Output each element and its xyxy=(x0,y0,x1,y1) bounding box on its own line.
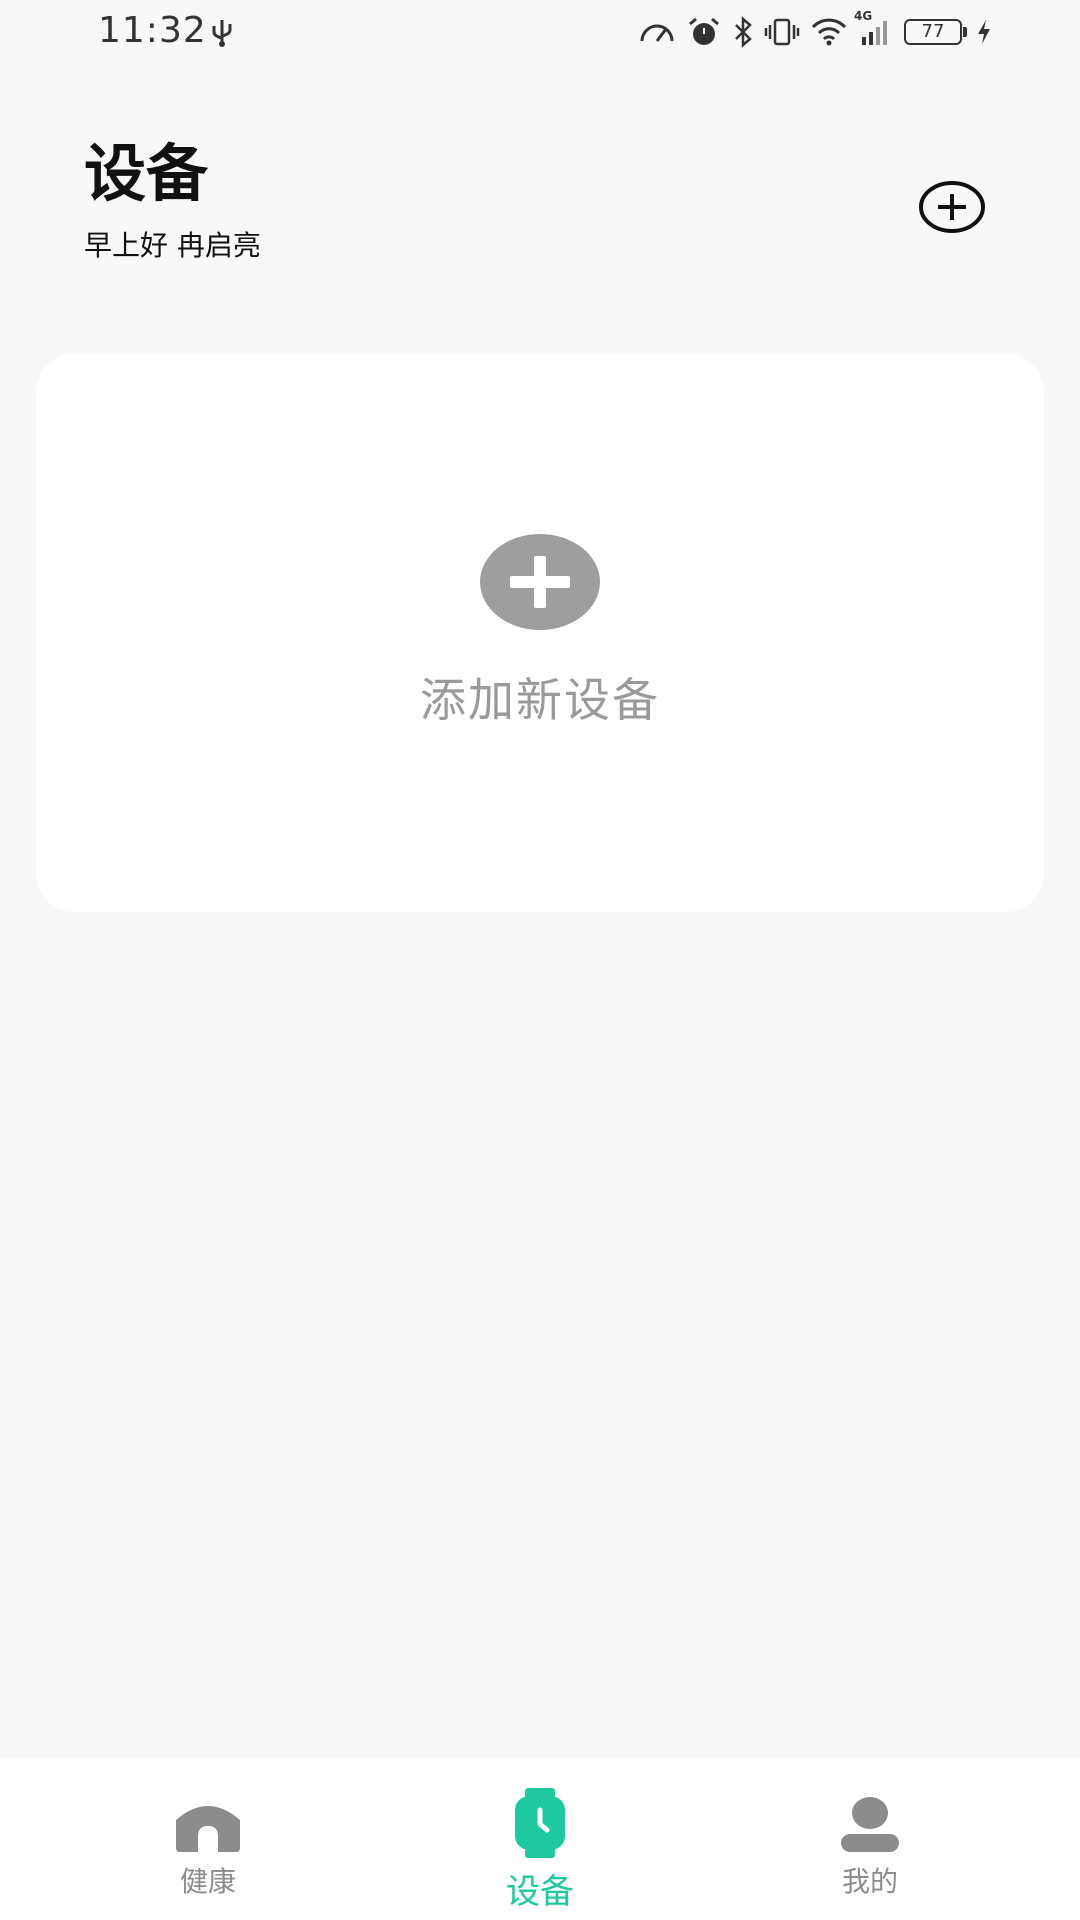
page-title: 设备 xyxy=(84,137,209,210)
add-circle-icon xyxy=(919,181,985,233)
charging-icon xyxy=(976,18,992,46)
home-icon xyxy=(172,1796,244,1858)
bluetooth-icon xyxy=(732,16,754,48)
wifi-icon xyxy=(810,17,848,47)
watch-icon xyxy=(513,1788,567,1862)
nav-item-mine[interactable]: 我的 xyxy=(750,1758,990,1920)
add-plus-icon xyxy=(480,534,600,630)
nav-label-health: 健康 xyxy=(179,1865,236,1898)
network-type-label: 4G xyxy=(854,9,873,23)
usb-icon xyxy=(208,16,236,48)
alarm-icon xyxy=(686,16,722,48)
status-bar: 11:32 4G 77 xyxy=(0,0,1080,64)
person-icon xyxy=(839,1796,901,1858)
bottom-nav: 健康 设备 我的 xyxy=(0,1758,1080,1920)
add-device-header-button[interactable] xyxy=(918,180,986,234)
add-device-card[interactable]: 添加新设备 xyxy=(36,354,1044,912)
status-time: 11:32 xyxy=(98,10,207,51)
status-icons: 4G 77 xyxy=(638,9,992,50)
nav-label-mine: 我的 xyxy=(841,1865,898,1898)
battery-icon: 77 xyxy=(904,19,967,45)
signal-icon: 4G xyxy=(854,9,894,47)
nav-label-device: 设备 xyxy=(506,1872,574,1912)
greeting-text: 早上好 冉启亮 xyxy=(84,229,261,262)
vibrate-icon xyxy=(764,16,800,48)
nav-item-health[interactable]: 健康 xyxy=(88,1758,328,1920)
speed-icon xyxy=(638,17,676,47)
add-device-label: 添加新设备 xyxy=(420,673,660,727)
nav-item-device[interactable]: 设备 xyxy=(420,1758,660,1920)
